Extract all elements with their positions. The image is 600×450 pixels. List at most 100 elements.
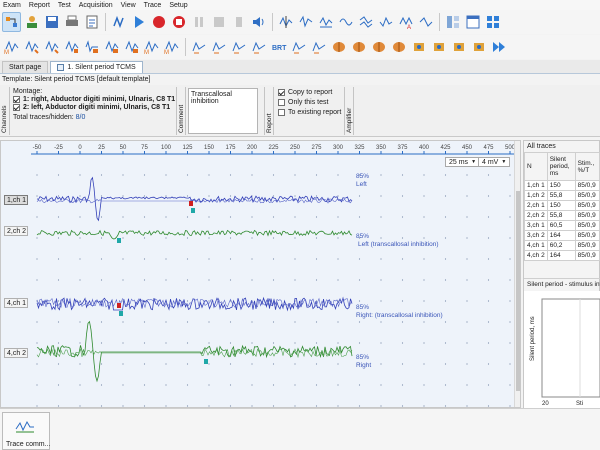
layout-button[interactable]	[443, 12, 462, 32]
table-row[interactable]: 1,ch 1 150 85/0,9	[524, 180, 600, 191]
window-button[interactable]	[463, 12, 482, 32]
column-header-n[interactable]: N	[524, 152, 548, 181]
grid-dot	[143, 174, 146, 176]
menu-trace[interactable]: Trace	[144, 2, 162, 9]
grid-button[interactable]	[483, 12, 502, 32]
volume-button[interactable]	[249, 12, 268, 32]
column-header-silent-period[interactable]: Silent period, ms	[546, 152, 576, 181]
report-button[interactable]	[82, 12, 101, 32]
pause-button[interactable]	[189, 12, 208, 32]
waveform-a-button[interactable]	[189, 37, 208, 57]
channels-side-tab[interactable]: Channels	[0, 87, 10, 135]
trace-comment-button[interactable]: Trace comm...	[2, 412, 50, 450]
brain-b-button[interactable]	[349, 37, 368, 57]
channel-label-1-1[interactable]: 1,ch 1	[4, 195, 28, 205]
copy-to-report-checkbox[interactable]	[278, 89, 285, 96]
brain-c-button[interactable]	[369, 37, 388, 57]
scrollbar-thumb[interactable]	[516, 191, 520, 391]
play-button[interactable]	[129, 12, 148, 32]
average-button[interactable]	[336, 12, 355, 32]
print-button[interactable]	[62, 12, 81, 32]
tab-silent-period[interactable]: 1. Silent period TCMS	[50, 61, 143, 73]
silent-period-button[interactable]	[82, 37, 101, 57]
copy-to-report-row[interactable]: Copy to report	[278, 89, 340, 96]
graph-canvas: Silent period, ms 20 Sti	[530, 298, 600, 407]
coil-c-button[interactable]	[449, 37, 468, 57]
menu-view[interactable]: View	[121, 2, 136, 9]
ratio-button[interactable]: M	[162, 37, 181, 57]
montage-ch2-checkbox[interactable]	[13, 104, 20, 111]
step-button[interactable]	[229, 12, 248, 32]
only-this-test-row[interactable]: Only this test	[278, 99, 340, 106]
markers-button[interactable]	[296, 12, 315, 32]
only-this-test-checkbox[interactable]	[278, 99, 285, 106]
menu-acquisition[interactable]: Acquisition	[79, 2, 113, 9]
coil-a-button[interactable]	[409, 37, 428, 57]
table-row[interactable]: 4,ch 2 164 85/0,9	[524, 250, 600, 261]
waveform-c-button[interactable]	[229, 37, 248, 57]
to-existing-report-row[interactable]: To existing report	[278, 109, 341, 116]
patient-button[interactable]	[22, 12, 41, 32]
cursor-button[interactable]	[276, 12, 295, 32]
waveform-f-button[interactable]	[309, 37, 328, 57]
trace-canvas[interactable]: -50 -25 0 25 50 75 100 125 150 175 200 225 250 275 300…	[1, 141, 515, 407]
table-row[interactable]: 2,ch 1 150 85/0,9	[524, 200, 600, 211]
menu-report[interactable]: Report	[29, 2, 50, 9]
latency-button[interactable]	[22, 37, 41, 57]
menu-test[interactable]: Test	[58, 2, 71, 9]
invert-button[interactable]	[376, 12, 395, 32]
montage-ch1-row[interactable]: 1: right, Abductor digiti minimi, Ulnari…	[13, 96, 175, 103]
rectify-button[interactable]: A	[396, 12, 415, 32]
grid-dot	[487, 195, 490, 197]
table-row[interactable]: 1,ch 2 55,8 85/0,9	[524, 190, 600, 201]
to-existing-report-checkbox[interactable]	[278, 109, 285, 116]
table-row[interactable]: 3,ch 2 164 85/0,9	[524, 230, 600, 241]
report-side-tab[interactable]: Report	[264, 87, 274, 135]
threshold-button[interactable]	[102, 37, 121, 57]
menu-setup[interactable]: Setup	[169, 2, 187, 9]
forward-button[interactable]	[489, 37, 508, 57]
record-button[interactable]	[149, 12, 168, 32]
table-row[interactable]: 4,ch 1 60,2 85/0,9	[524, 240, 600, 251]
brain-a-button[interactable]	[329, 37, 348, 57]
stop-button[interactable]	[209, 12, 228, 32]
area-button[interactable]	[62, 37, 81, 57]
grid-dot	[272, 405, 275, 407]
sweep-select[interactable]: 25 ms ▼	[445, 157, 481, 167]
stimulus-button[interactable]	[109, 12, 128, 32]
waveform-b-button[interactable]	[209, 37, 228, 57]
trace-area[interactable]: -50 -25 0 25 50 75 100 125 150 175 200 225 250 275 300…	[0, 140, 521, 408]
channel-label-2-2[interactable]: 2,ch 2	[4, 226, 28, 236]
filter-button[interactable]	[416, 12, 435, 32]
record-stop-button[interactable]	[169, 12, 188, 32]
save-button[interactable]	[42, 12, 61, 32]
gain-select[interactable]: 4 mV ▼	[478, 157, 511, 167]
table-row[interactable]: 2,ch 2 55,8 85/0,9	[524, 210, 600, 221]
coil-d-button[interactable]	[469, 37, 488, 57]
montage-ch1-checkbox[interactable]	[13, 96, 20, 103]
menu-exam[interactable]: Exam	[3, 2, 21, 9]
mep-button[interactable]: M	[2, 37, 21, 57]
comment-side-tab[interactable]: Comment	[176, 87, 186, 135]
superimpose-button[interactable]	[356, 12, 375, 32]
column-header-stimulus[interactable]: Stim., %/T	[574, 152, 600, 181]
coil-b-button[interactable]	[429, 37, 448, 57]
tab-start-page[interactable]: Start page	[2, 61, 49, 73]
montage-ch2-row[interactable]: 2: left, Abductor digiti minimi, Ulnaris…	[13, 104, 173, 111]
grid-dot	[36, 216, 38, 218]
waveform-e-button[interactable]	[289, 37, 308, 57]
measure-button[interactable]	[122, 37, 141, 57]
baseline-button[interactable]	[316, 12, 335, 32]
traces-button[interactable]	[2, 12, 21, 32]
brain-d-button[interactable]	[389, 37, 408, 57]
brt-button[interactable]: BRT	[269, 37, 288, 57]
channel-label-4-1[interactable]: 4,ch 1	[4, 298, 28, 308]
channel-label-4-2[interactable]: 4,ch 2	[4, 348, 28, 358]
amplitude-button[interactable]	[42, 37, 61, 57]
trace-scrollbar[interactable]	[514, 141, 520, 407]
table-row[interactable]: 3,ch 1 60,5 85/0,9	[524, 220, 600, 231]
amplifier-side-tab[interactable]: Amplifier	[344, 87, 354, 135]
compare-button[interactable]: M	[142, 37, 161, 57]
comment-textarea[interactable]: Transcallosal inhibition	[188, 88, 258, 134]
waveform-d-button[interactable]	[249, 37, 268, 57]
